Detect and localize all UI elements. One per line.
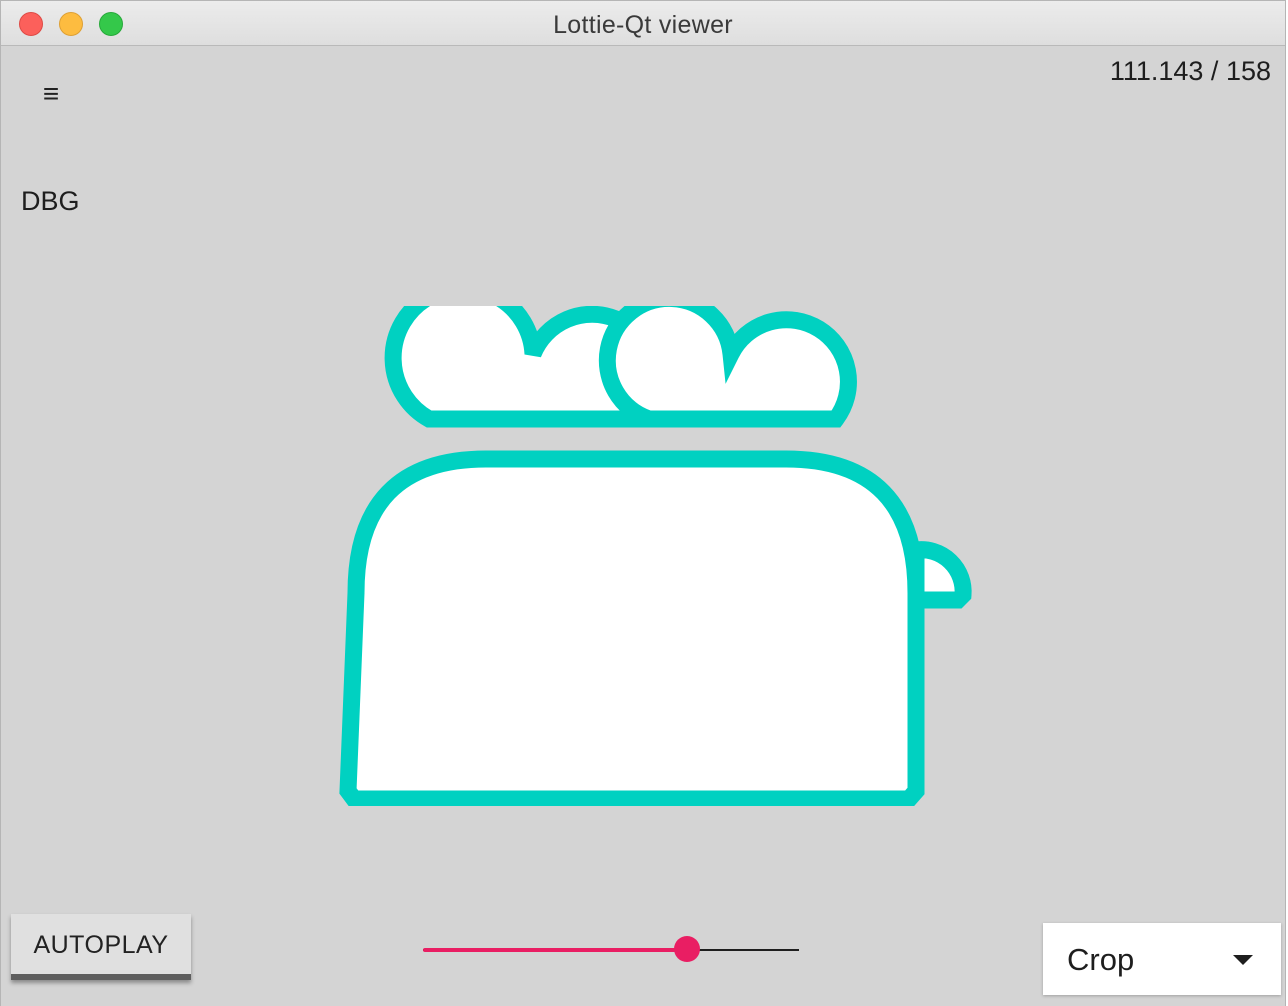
debug-toggle[interactable]: DBG <box>21 186 80 217</box>
window-title: Lottie-Qt viewer <box>553 11 733 39</box>
autoplay-button[interactable]: AUTOPLAY <box>11 914 191 980</box>
frame-counter: 111.143 / 158 <box>1109 56 1271 86</box>
fill-mode-value: Crop <box>1067 942 1135 977</box>
fill-mode-dropdown[interactable]: Crop <box>1043 923 1281 995</box>
lottie-animation-canvas <box>339 306 972 806</box>
toaster-body <box>339 450 925 806</box>
chevron-down-icon <box>1233 955 1253 965</box>
slider-progress-fill <box>423 948 688 952</box>
toast-right <box>598 306 857 428</box>
hamburger-menu-icon[interactable]: ≡ <box>25 72 77 116</box>
app-window: Lottie-Qt viewer ≡ 111.143 / 158 DBG AUT… <box>0 0 1286 1006</box>
frame-slider[interactable] <box>421 932 801 962</box>
title-bar[interactable]: Lottie-Qt viewer <box>1 1 1285 46</box>
viewer-content: ≡ 111.143 / 158 DBG AUTOPLAY Crop <box>1 46 1285 1006</box>
slider-handle[interactable] <box>674 936 701 962</box>
toaster-icon <box>339 306 972 806</box>
